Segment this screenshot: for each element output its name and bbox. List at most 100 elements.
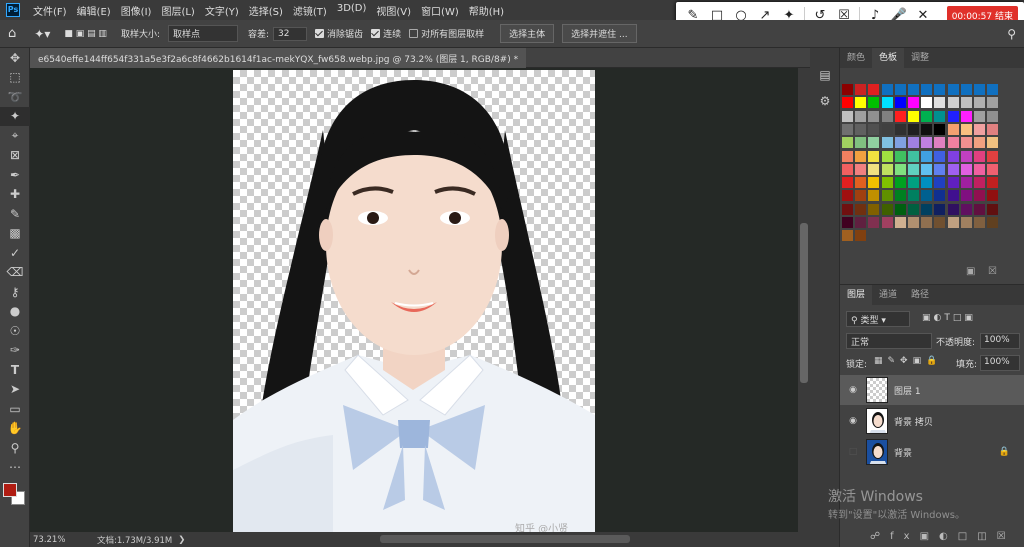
color-swatch[interactable] [868,150,880,162]
color-swatch[interactable] [894,150,906,162]
id-photo-image[interactable]: 知乎 @小贤 [233,70,595,532]
type-tool-icon[interactable]: T [0,360,30,380]
layer-row[interactable]: ◉ 背景 拷贝 [840,406,1024,436]
history-panel-icon[interactable]: ▤ [810,62,840,88]
color-swatch[interactable] [908,84,919,95]
color-swatch[interactable] [987,190,999,202]
color-swatch[interactable] [855,190,867,202]
contiguous-checkbox[interactable]: 连续 [371,27,401,40]
pen-tool-icon[interactable]: ✑ [0,341,30,361]
color-swatch[interactable] [921,110,933,122]
color-swatch[interactable] [974,97,985,109]
color-swatch[interactable] [974,110,985,122]
color-swatch[interactable] [868,163,880,175]
color-swatch[interactable] [921,177,933,189]
select-and-mask-button[interactable]: 选择并遮住 ... [562,24,637,43]
menu-item[interactable]: 帮助(H) [464,3,509,18]
eye-icon[interactable]: ◉ [846,416,860,426]
color-swatch[interactable] [855,110,867,122]
color-swatch[interactable] [987,150,999,162]
color-swatch[interactable] [974,203,985,215]
dodge-tool-icon[interactable]: ☉ [0,321,30,341]
color-swatch[interactable] [842,217,853,228]
panel-tab[interactable]: 路径 [904,285,936,305]
select-subject-button[interactable]: 选择主体 [500,24,555,43]
eraser-tool-icon[interactable]: ⌫ [0,263,30,283]
color-swatch[interactable] [947,150,959,162]
color-swatch[interactable] [894,203,906,215]
color-swatch[interactable] [894,84,906,95]
color-swatch[interactable] [894,110,906,122]
layer-row[interactable]: ◉ 图层 1 [840,375,1024,405]
color-swatch[interactable] [881,217,893,228]
color-swatch[interactable] [960,190,972,202]
color-swatch[interactable] [987,163,999,175]
color-swatch[interactable] [842,150,853,162]
color-swatch[interactable] [881,110,893,122]
color-swatch[interactable] [855,123,867,135]
color-swatch[interactable] [960,84,972,95]
color-swatch[interactable] [855,163,867,175]
color-swatch[interactable] [934,123,946,135]
color-swatch[interactable] [974,163,985,175]
lock-icon[interactable]: 🔒 [999,447,1010,457]
color-swatch[interactable] [842,190,853,202]
color-swatch[interactable] [947,97,959,109]
color-swatch[interactable] [855,230,867,242]
menu-item[interactable]: 3D(D) [332,3,372,18]
color-swatch[interactable] [947,110,959,122]
color-swatch[interactable] [974,177,985,189]
delete-swatch-icon[interactable]: ☒ [988,266,997,277]
layer-row[interactable]: □ 背景 🔒 [840,437,1024,467]
color-swatch[interactable] [881,123,893,135]
more-tools-icon[interactable]: ⋯ [0,458,30,478]
color-swatch[interactable] [974,123,985,135]
color-swatch[interactable] [881,177,893,189]
color-swatch[interactable] [987,97,999,109]
new-swatch-icon[interactable]: ▣ [966,266,975,277]
color-swatch[interactable] [960,163,972,175]
color-swatch[interactable] [881,84,893,95]
menu-item[interactable]: 窗口(W) [416,3,464,18]
color-swatch[interactable] [934,217,946,228]
color-swatch[interactable] [947,177,959,189]
path-selection-icon[interactable]: ➤ [0,380,30,400]
foreground-color[interactable] [3,483,17,497]
color-swatch[interactable] [921,123,933,135]
color-swatch[interactable] [947,217,959,228]
marquee-tool-icon[interactable]: ⬚ [0,68,30,88]
color-swatch[interactable] [855,97,867,109]
menu-item[interactable]: 视图(V) [371,3,416,18]
sample-size-select[interactable]: 取样点 [168,25,238,42]
color-swatch[interactable] [894,190,906,202]
color-swatch[interactable] [908,203,919,215]
color-swatch[interactable] [868,97,880,109]
eye-hidden-icon[interactable]: □ [846,447,860,457]
eye-icon[interactable]: ◉ [846,385,860,395]
color-swatch[interactable] [947,163,959,175]
color-swatch[interactable] [842,137,853,149]
color-swatch[interactable] [881,97,893,109]
color-swatch[interactable] [974,150,985,162]
brush-tool-icon[interactable]: ✎ [0,204,30,224]
menu-item[interactable]: 图像(I) [116,3,157,18]
menu-item[interactable]: 图层(L) [156,3,199,18]
hand-tool-icon[interactable]: ✋ [0,419,30,439]
color-swatch[interactable] [934,150,946,162]
rectangle-tool-icon[interactable]: ▭ [0,399,30,419]
color-swatch[interactable] [908,123,919,135]
color-swatch[interactable] [960,110,972,122]
color-swatch[interactable] [855,203,867,215]
scroll-thumb[interactable] [800,223,808,383]
history-brush-icon[interactable]: ✓ [0,243,30,263]
color-swatch[interactable] [987,84,999,95]
color-swatch[interactable] [934,137,946,149]
magic-wand-icon[interactable]: ✦▾ [34,27,50,41]
color-swatch[interactable] [934,190,946,202]
lasso-tool-icon[interactable]: ➰ [0,87,30,107]
color-swatch[interactable] [974,217,985,228]
color-swatch[interactable] [868,110,880,122]
layer-kind-filter[interactable]: ⚲ 类型 ▾ [846,311,910,327]
canvas-vertical-scrollbar[interactable] [798,68,810,532]
color-swatch[interactable] [921,203,933,215]
